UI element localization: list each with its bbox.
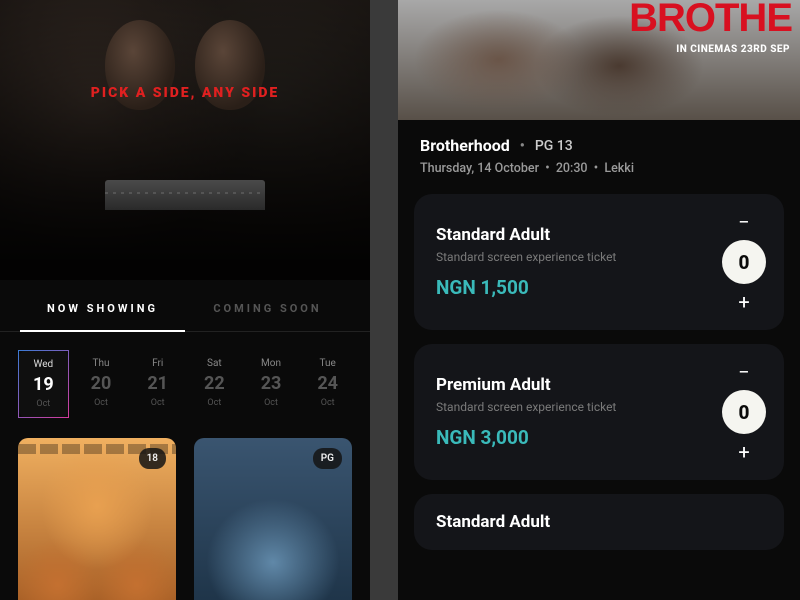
separator-dot: • bbox=[591, 161, 605, 176]
listing-screen: PICK A SIDE, ANY SIDE NOW SHOWING COMING… bbox=[0, 0, 370, 600]
date-dow: Mon bbox=[261, 358, 281, 369]
ticket-price: NGN 3,000 bbox=[436, 426, 710, 449]
ticket-name: Premium Adult bbox=[436, 375, 710, 395]
ticket-row: Premium Adult Standard screen experience… bbox=[414, 344, 784, 480]
date-option[interactable]: Sat 22 Oct bbox=[190, 350, 239, 418]
date-num: 24 bbox=[317, 373, 338, 394]
movie-title: Brotherhood bbox=[420, 136, 510, 155]
hero-tagline: PICK A SIDE, ANY SIDE bbox=[91, 85, 280, 101]
movie-rating: PG 13 bbox=[535, 138, 573, 154]
age-badge: 18 bbox=[139, 448, 166, 469]
ticket-name: Standard Adult bbox=[436, 512, 766, 532]
date-mon: Oct bbox=[94, 398, 108, 408]
minus-icon[interactable]: − bbox=[730, 212, 758, 232]
ticket-desc: Standard screen experience ticket bbox=[436, 400, 710, 414]
hero-art bbox=[0, 0, 370, 280]
tab-coming-soon[interactable]: COMING SOON bbox=[185, 288, 350, 331]
ticket-row: Standard Adult Standard screen experienc… bbox=[414, 194, 784, 330]
poster-row: 18 PG bbox=[0, 432, 370, 600]
quantity-stepper: − 0 + bbox=[722, 362, 766, 462]
date-num: 21 bbox=[147, 373, 168, 394]
date-num: 19 bbox=[33, 374, 54, 395]
date-dow: Tue bbox=[320, 358, 336, 369]
ticket-price: NGN 1,500 bbox=[436, 276, 710, 299]
date-option[interactable]: Thu 20 Oct bbox=[77, 350, 126, 418]
date-dow: Thu bbox=[93, 358, 110, 369]
plus-icon[interactable]: + bbox=[730, 442, 758, 462]
date-num: 22 bbox=[204, 373, 225, 394]
ticket-name: Standard Adult bbox=[436, 225, 710, 245]
show-location: Lekki bbox=[604, 161, 634, 176]
age-badge: PG bbox=[313, 448, 342, 469]
hero-bridge bbox=[105, 180, 265, 210]
date-mon: Oct bbox=[36, 399, 50, 409]
show-date: Thursday, 14 October bbox=[420, 161, 539, 176]
tab-now-showing[interactable]: NOW SHOWING bbox=[20, 288, 185, 331]
date-option[interactable]: Mon 23 Oct bbox=[247, 350, 296, 418]
showtime-info: Brotherhood • PG 13 Thursday, 14 October… bbox=[398, 120, 800, 194]
separator-dot: • bbox=[520, 138, 525, 154]
separator-dot: • bbox=[542, 161, 556, 176]
tabs: NOW SHOWING COMING SOON bbox=[0, 288, 370, 332]
plus-icon[interactable]: + bbox=[730, 292, 758, 312]
ticket-row: Standard Adult bbox=[414, 494, 784, 550]
date-num: 23 bbox=[261, 373, 282, 394]
ticket-screen: BROTHE IN CINEMAS 23RD SEP Brotherhood •… bbox=[398, 0, 800, 600]
ticket-list: Standard Adult Standard screen experienc… bbox=[398, 194, 800, 550]
quantity-count: 0 bbox=[722, 240, 766, 284]
minus-icon[interactable]: − bbox=[730, 362, 758, 382]
date-option[interactable]: Tue 24 Oct bbox=[303, 350, 352, 418]
date-mon: Oct bbox=[151, 398, 165, 408]
date-option[interactable]: Wed 19 Oct bbox=[18, 350, 69, 418]
date-picker: Wed 19 Oct Thu 20 Oct Fri 21 Oct Sat 22 … bbox=[0, 332, 370, 432]
hero-banner[interactable]: PICK A SIDE, ANY SIDE bbox=[0, 0, 370, 280]
banner-subtitle: IN CINEMAS 23RD SEP bbox=[676, 44, 790, 55]
banner-title: BROTHE bbox=[629, 0, 792, 36]
date-mon: Oct bbox=[207, 398, 221, 408]
movie-poster[interactable]: PG bbox=[194, 438, 352, 600]
show-time: 20:30 bbox=[556, 161, 588, 176]
date-mon: Oct bbox=[264, 398, 278, 408]
quantity-stepper: − 0 + bbox=[722, 212, 766, 312]
date-option[interactable]: Fri 21 Oct bbox=[133, 350, 182, 418]
quantity-count: 0 bbox=[722, 390, 766, 434]
date-dow: Sat bbox=[207, 358, 222, 369]
date-dow: Fri bbox=[152, 358, 163, 369]
date-num: 20 bbox=[91, 373, 112, 394]
movie-poster[interactable]: 18 bbox=[18, 438, 176, 600]
date-mon: Oct bbox=[321, 398, 335, 408]
ticket-desc: Standard screen experience ticket bbox=[436, 250, 710, 264]
movie-banner: BROTHE IN CINEMAS 23RD SEP bbox=[398, 0, 800, 120]
date-dow: Wed bbox=[34, 359, 54, 370]
